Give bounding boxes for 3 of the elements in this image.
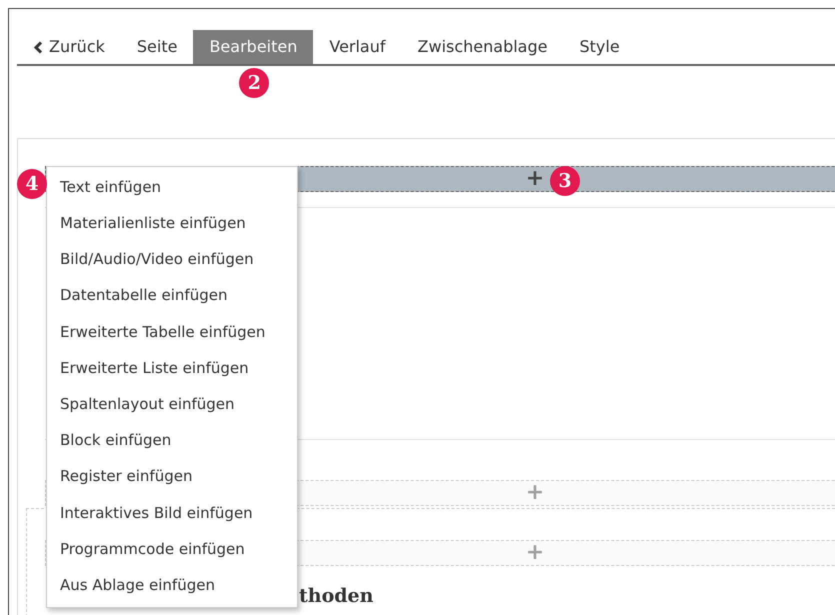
callout-badge: 4 — [17, 169, 47, 199]
callout-badge: 2 — [239, 68, 270, 98]
section-heading: thoden — [299, 584, 374, 609]
